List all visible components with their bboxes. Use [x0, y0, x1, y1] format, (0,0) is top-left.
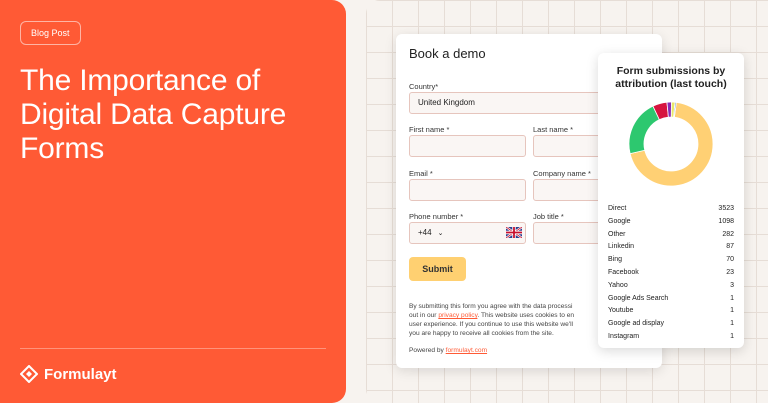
attribution-row: Instagram 1 — [608, 331, 734, 344]
attribution-count: 1098 — [718, 217, 734, 225]
phone-label: Phone number * — [409, 212, 464, 221]
submit-button[interactable]: Submit — [409, 257, 466, 281]
attribution-row: Direct 3523 — [608, 203, 734, 216]
form-title: Book a demo — [409, 46, 486, 61]
attribution-count: 1 — [730, 294, 734, 302]
attribution-source: Google — [608, 217, 631, 225]
attribution-row: Linkedin 87 — [608, 241, 734, 254]
formulayt-logo-icon — [20, 365, 38, 383]
attribution-row: Other 282 — [608, 229, 734, 242]
country-code-select[interactable]: +44 ⌄ — [418, 228, 443, 237]
email-field[interactable] — [409, 179, 526, 201]
attribution-count: 1 — [730, 332, 734, 340]
attribution-donut-chart — [628, 101, 714, 187]
country-label: Country* — [409, 82, 439, 91]
job-title-label: Job title * — [533, 212, 564, 221]
powered-prefix: Powered by — [409, 347, 446, 354]
hero-title: The Importance of Digital Data Capture F… — [20, 64, 287, 165]
attribution-row: Google ad display 1 — [608, 318, 734, 331]
attribution-source: Facebook — [608, 268, 639, 276]
attribution-row: Facebook 23 — [608, 267, 734, 280]
last-name-label: Last name * — [533, 125, 574, 134]
hero-divider — [20, 348, 326, 349]
attribution-count: 1 — [730, 320, 734, 328]
attribution-title-line-2: attribution (last touch) — [615, 78, 727, 90]
privacy-policy-link[interactable]: privacy policy — [438, 312, 477, 319]
attribution-source: Direct — [608, 205, 627, 212]
page: Blog Post The Importance of Digital Data… — [0, 0, 768, 403]
attribution-title-line-1: Form submissions by — [616, 65, 726, 77]
attribution-count: 3523 — [718, 205, 734, 212]
attribution-count: 3 — [730, 281, 734, 289]
phone-code: +44 — [418, 228, 432, 237]
consent-line-2-prefix: out in our — [409, 312, 439, 319]
brand-logo: Formulayt — [20, 365, 117, 383]
first-name-field[interactable] — [409, 135, 526, 157]
attribution-card: Form submissions by attribution (last to… — [598, 53, 744, 348]
attribution-list: Direct 3523 Google 1098 Other 282 Linkedin 87 Bi… — [608, 203, 734, 344]
attribution-source: Bing — [608, 256, 623, 264]
attribution-count: 70 — [726, 256, 734, 264]
brand-name: Formulayt — [44, 365, 117, 383]
attribution-source: Other — [608, 230, 626, 238]
phone-field[interactable]: +44 ⌄ — [409, 222, 526, 244]
attribution-source: Google Ads Search — [608, 294, 669, 302]
blog-post-badge: Blog Post — [20, 21, 81, 45]
attribution-row: Bing 70 — [608, 254, 734, 267]
donut-slice-google — [628, 105, 660, 155]
attribution-count: 282 — [722, 230, 734, 238]
powered-by: Powered by formulayt.com — [409, 347, 487, 354]
hero-card: Blog Post The Importance of Digital Data… — [0, 0, 346, 403]
attribution-source: Yahoo — [608, 281, 628, 289]
formulayt-link[interactable]: formulayt.com — [446, 347, 487, 354]
company-label: Company name * — [533, 169, 591, 178]
attribution-source: Google ad display — [608, 320, 665, 328]
attribution-row: Google Ads Search 1 — [608, 293, 734, 306]
first-name-label: First name * — [409, 125, 450, 134]
consent-line-2-suffix: . This website uses cookies to en — [477, 312, 575, 319]
attribution-source: Instagram — [608, 332, 640, 340]
attribution-count: 87 — [726, 243, 734, 251]
attribution-title: Form submissions by attribution (last to… — [598, 65, 744, 91]
attribution-row: Youtube 1 — [608, 305, 734, 318]
email-label: Email * — [409, 169, 433, 178]
attribution-row: Yahoo 3 — [608, 280, 734, 293]
attribution-row: Google 1098 — [608, 216, 734, 229]
attribution-count: 1 — [730, 307, 734, 315]
chevron-down-icon: ⌄ — [437, 230, 444, 237]
uk-flag-icon — [506, 227, 522, 238]
attribution-source: Youtube — [608, 307, 634, 315]
attribution-source: Linkedin — [608, 243, 635, 251]
attribution-count: 23 — [726, 268, 734, 276]
